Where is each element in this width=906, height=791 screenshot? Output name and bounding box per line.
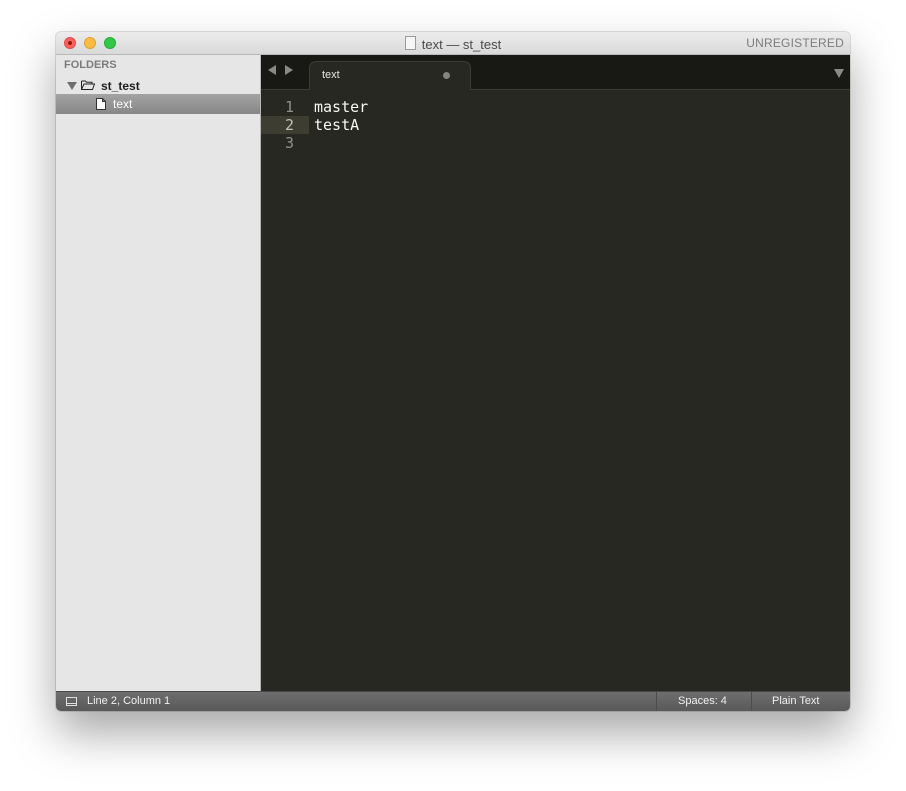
nav-forward-icon[interactable] (285, 65, 293, 75)
code-line[interactable]: master (314, 98, 368, 116)
nav-back-icon[interactable] (268, 65, 276, 75)
document-icon (404, 36, 416, 50)
sidebar: FOLDERS st_test text (56, 55, 261, 691)
syntax-selector[interactable]: Plain Text (772, 695, 820, 707)
title-bar: text — st_test UNREGISTERED (56, 32, 850, 55)
tab-text[interactable]: text (309, 61, 471, 91)
window-title-wrap: text — st_test (56, 36, 850, 52)
status-divider (751, 692, 752, 711)
file-icon (96, 98, 106, 110)
folders-header: FOLDERS (64, 59, 117, 71)
sidebar-file-text[interactable]: text (56, 94, 260, 114)
status-divider (656, 692, 657, 711)
window-title: text — st_test (421, 37, 502, 52)
tab-bar: text (261, 55, 850, 91)
status-bar: Line 2, Column 1 Spaces: 4 Plain Text (56, 691, 850, 711)
sidebar-file-label: text (113, 97, 133, 111)
panel-toggle-icon[interactable] (66, 697, 77, 706)
sidebar-folder-label: st_test (101, 79, 140, 93)
tab-overflow-menu-icon[interactable] (834, 69, 844, 78)
app-window: text — st_test UNREGISTERED FOLDERS st_t… (56, 32, 850, 711)
folder-open-icon (81, 80, 95, 90)
disclosure-triangle-icon[interactable] (67, 82, 77, 90)
unsaved-dot-icon[interactable] (443, 72, 450, 79)
line-number: 1 (284, 98, 294, 116)
unregistered-label: UNREGISTERED (746, 36, 844, 50)
line-number: 2 (284, 116, 294, 134)
indentation-selector[interactable]: Spaces: 4 (678, 695, 727, 707)
editor-area[interactable]: 1 2 3 master testA (261, 90, 850, 691)
cursor-position: Line 2, Column 1 (87, 695, 171, 707)
code-line[interactable]: testA (314, 116, 359, 134)
tab-label: text (322, 69, 340, 81)
line-gutter: 1 2 3 (261, 90, 311, 691)
line-number: 3 (284, 134, 294, 152)
sidebar-folder-st-test[interactable]: st_test (56, 77, 260, 95)
